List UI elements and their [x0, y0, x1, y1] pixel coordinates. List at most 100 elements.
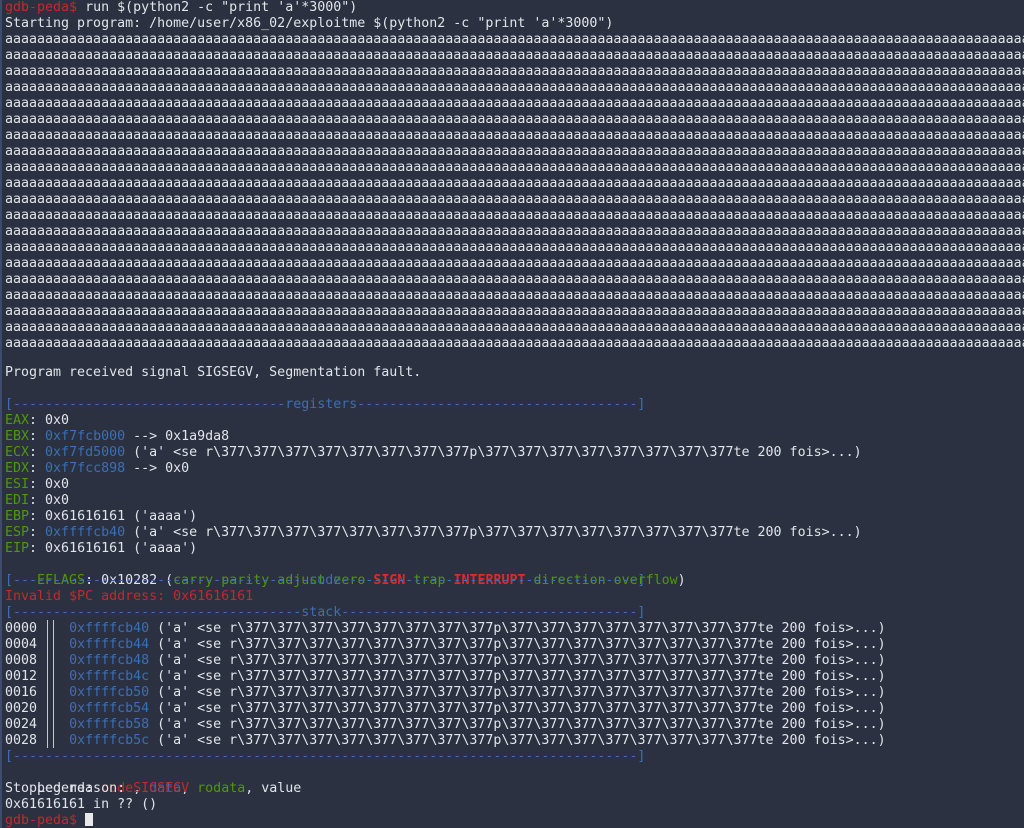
- overflow-output-line: aaaaaaaaaaaaaaaaaaaaaaaaaaaaaaaaaaaaaaaa…: [5, 304, 1024, 319]
- legend-line: Legend: code, data, rodata, value: [37, 781, 302, 796]
- starting-program-line: Starting program: /home/user/x86_02/expl…: [5, 16, 614, 31]
- register-value: 0x61616161: [45, 541, 126, 556]
- overflow-output-line: aaaaaaaaaaaaaaaaaaaaaaaaaaaaaaaaaaaaaaaa…: [5, 192, 1024, 207]
- register-value: 0xf7fcc898: [45, 461, 126, 476]
- stack-offset: 0020: [5, 701, 38, 716]
- register-deref: --> 0x0: [125, 461, 190, 476]
- stack-row: 0028 0xffffcb5c ('a' <se r\377\377\377\3…: [5, 733, 886, 749]
- overflow-output-line: aaaaaaaaaaaaaaaaaaaaaaaaaaaaaaaaaaaaaaaa…: [5, 32, 1024, 47]
- stack-content: ('a' <se r\377\377\377\377\377\377\377\3…: [149, 637, 886, 652]
- overflow-output-line: aaaaaaaaaaaaaaaaaaaaaaaaaaaaaaaaaaaaaaaa…: [5, 176, 1024, 191]
- invalid-pc-message: Invalid $PC address: 0x61616161: [5, 589, 254, 604]
- overflow-output-line: aaaaaaaaaaaaaaaaaaaaaaaaaaaaaaaaaaaaaaaa…: [5, 208, 1024, 223]
- stack-address: 0xffffcb40: [69, 621, 150, 636]
- register-eax: EAX: 0x0: [5, 413, 70, 428]
- register-deref: ('aaaa'): [125, 509, 198, 524]
- stack-content: ('a' <se r\377\377\377\377\377\377\377\3…: [149, 653, 886, 668]
- register-name: EBP: [5, 509, 30, 524]
- register-deref: ('a' <se r\377\377\377\377\377\377\377\3…: [125, 445, 862, 460]
- stack-address: 0xffffcb48: [69, 653, 150, 668]
- overflow-output-line: aaaaaaaaaaaaaaaaaaaaaaaaaaaaaaaaaaaaaaaa…: [5, 48, 1024, 63]
- overflow-output-line: aaaaaaaaaaaaaaaaaaaaaaaaaaaaaaaaaaaaaaaa…: [5, 144, 1024, 159]
- register-ecx: ECX: 0xf7fd5000 ('a' <se r\377\377\377\3…: [5, 445, 862, 460]
- register-edi: EDI: 0x0: [5, 493, 70, 508]
- code-header: [-------------------------------------co…: [5, 573, 646, 588]
- overflow-output-line: aaaaaaaaaaaaaaaaaaaaaaaaaaaaaaaaaaaaaaaa…: [5, 64, 1024, 79]
- stack-address: 0xffffcb44: [69, 637, 150, 652]
- register-deref: --> 0x1a9da8: [125, 429, 230, 444]
- overflow-output-line: aaaaaaaaaaaaaaaaaaaaaaaaaaaaaaaaaaaaaaaa…: [5, 272, 1024, 287]
- registers-header: [----------------------------------regis…: [5, 397, 646, 412]
- register-deref: ('a' <se r\377\377\377\377\377\377\377\3…: [125, 525, 862, 540]
- legend-value: , value: [245, 781, 302, 796]
- stack-address: 0xffffcb58: [69, 717, 150, 732]
- stack-content: ('a' <se r\377\377\377\377\377\377\377\3…: [149, 669, 886, 684]
- register-esi: ESI: 0x0: [5, 477, 70, 492]
- register-value: 0xffffcb40: [45, 525, 126, 540]
- stack-offset: 0008: [5, 653, 38, 668]
- eflags-line: EFLAGS: 0x10282 (carry parity adjust zer…: [37, 573, 686, 588]
- overflow-output-line: aaaaaaaaaaaaaaaaaaaaaaaaaaaaaaaaaaaaaaaa…: [5, 240, 1024, 255]
- stack-divider: [47, 620, 48, 748]
- overflow-output-line: aaaaaaaaaaaaaaaaaaaaaaaaaaaaaaaaaaaaaaaa…: [5, 80, 1024, 95]
- register-value: 0x61616161: [45, 509, 126, 524]
- overflow-output-line: aaaaaaaaaaaaaaaaaaaaaaaaaaaaaaaaaaaaaaaa…: [5, 288, 1024, 303]
- stack-row: 0012 0xffffcb4c ('a' <se r\377\377\377\3…: [5, 669, 886, 685]
- overflow-output-line: aaaaaaaaaaaaaaaaaaaaaaaaaaaaaaaaaaaaaaaa…: [5, 256, 1024, 271]
- stack-address: 0xffffcb50: [69, 685, 150, 700]
- register-value: 0xf7fcb000: [45, 429, 126, 444]
- stack-content: ('a' <se r\377\377\377\377\377\377\377\3…: [149, 717, 886, 732]
- gdb-prompt: gdb-peda$: [5, 0, 78, 15]
- input-line[interactable]: gdb-peda$: [5, 813, 94, 828]
- overflow-output-line: aaaaaaaaaaaaaaaaaaaaaaaaaaaaaaaaaaaaaaaa…: [5, 224, 1024, 239]
- register-name: ESI: [5, 477, 30, 492]
- overflow-output-line: aaaaaaaaaaaaaaaaaaaaaaaaaaaaaaaaaaaaaaaa…: [5, 336, 1024, 351]
- register-name: ECX: [5, 445, 30, 460]
- legend-rodata: rodata: [197, 781, 246, 796]
- register-name: EAX: [5, 413, 30, 428]
- stack-content: ('a' <se r\377\377\377\377\377\377\377\3…: [149, 621, 886, 636]
- register-name: EDI: [5, 493, 30, 508]
- stack-offset: 0000: [5, 621, 38, 636]
- register-value: 0x0: [45, 493, 70, 508]
- register-name: EBX: [5, 429, 30, 444]
- terminal-window[interactable]: gdb-peda$ run $(python2 -c "print 'a'*30…: [0, 0, 1024, 828]
- signal-message: Program received signal SIGSEGV, Segment…: [5, 365, 422, 380]
- register-edx: EDX: 0xf7fcc898 --> 0x0: [5, 461, 190, 476]
- run-command: run $(python2 -c "print 'a'*3000"): [77, 0, 358, 15]
- register-value: 0x0: [45, 477, 70, 492]
- stack-address: 0xffffcb54: [69, 701, 150, 716]
- register-name: ESP: [5, 525, 30, 540]
- frame-line: 0x61616161 in ?? (): [5, 797, 158, 812]
- overflow-output-line: aaaaaaaaaaaaaaaaaaaaaaaaaaaaaaaaaaaaaaaa…: [5, 112, 1024, 127]
- overflow-output-line: aaaaaaaaaaaaaaaaaaaaaaaaaaaaaaaaaaaaaaaa…: [5, 160, 1024, 175]
- overflow-output-line: aaaaaaaaaaaaaaaaaaaaaaaaaaaaaaaaaaaaaaaa…: [5, 320, 1024, 335]
- overflow-output-line: aaaaaaaaaaaaaaaaaaaaaaaaaaaaaaaaaaaaaaaa…: [5, 128, 1024, 143]
- register-deref: ('aaaa'): [125, 541, 198, 556]
- register-eip: EIP: 0x61616161 ('aaaa'): [5, 541, 198, 556]
- register-esp: ESP: 0xffffcb40 ('a' <se r\377\377\377\3…: [5, 525, 862, 540]
- stack-content: ('a' <se r\377\377\377\377\377\377\377\3…: [149, 701, 886, 716]
- stack-row: 0004 0xffffcb44 ('a' <se r\377\377\377\3…: [5, 637, 886, 653]
- stack-offset: 0012: [5, 669, 38, 684]
- stack-row: 0016 0xffffcb50 ('a' <se r\377\377\377\3…: [5, 685, 886, 701]
- stack-offset: 0024: [5, 717, 38, 732]
- stack-offset: 0004: [5, 637, 38, 652]
- overflow-output-line: aaaaaaaaaaaaaaaaaaaaaaaaaaaaaaaaaaaaaaaa…: [5, 96, 1024, 111]
- stack-row: 0008 0xffffcb48 ('a' <se r\377\377\377\3…: [5, 653, 886, 669]
- register-value: 0x0: [45, 413, 70, 428]
- stack-content: ('a' <se r\377\377\377\377\377\377\377\3…: [149, 733, 886, 748]
- stopped-reason: SIGSEGV: [133, 781, 190, 796]
- command-line: gdb-peda$ run $(python2 -c "print 'a'*30…: [5, 0, 357, 16]
- register-name: EIP: [5, 541, 30, 556]
- stack-address: 0xffffcb5c: [69, 733, 150, 748]
- text-cursor[interactable]: [85, 813, 94, 826]
- stack-address: 0xffffcb4c: [69, 669, 150, 684]
- stack-header: [------------------------------------sta…: [5, 605, 646, 620]
- stack-row: 0020 0xffffcb54 ('a' <se r\377\377\377\3…: [5, 701, 886, 717]
- register-ebx: EBX: 0xf7fcb000 --> 0x1a9da8: [5, 429, 230, 444]
- register-name: EDX: [5, 461, 30, 476]
- register-ebp: EBP: 0x61616161 ('aaaa'): [5, 509, 198, 524]
- stack-content: ('a' <se r\377\377\377\377\377\377\377\3…: [149, 685, 886, 700]
- register-value: 0xf7fd5000: [45, 445, 126, 460]
